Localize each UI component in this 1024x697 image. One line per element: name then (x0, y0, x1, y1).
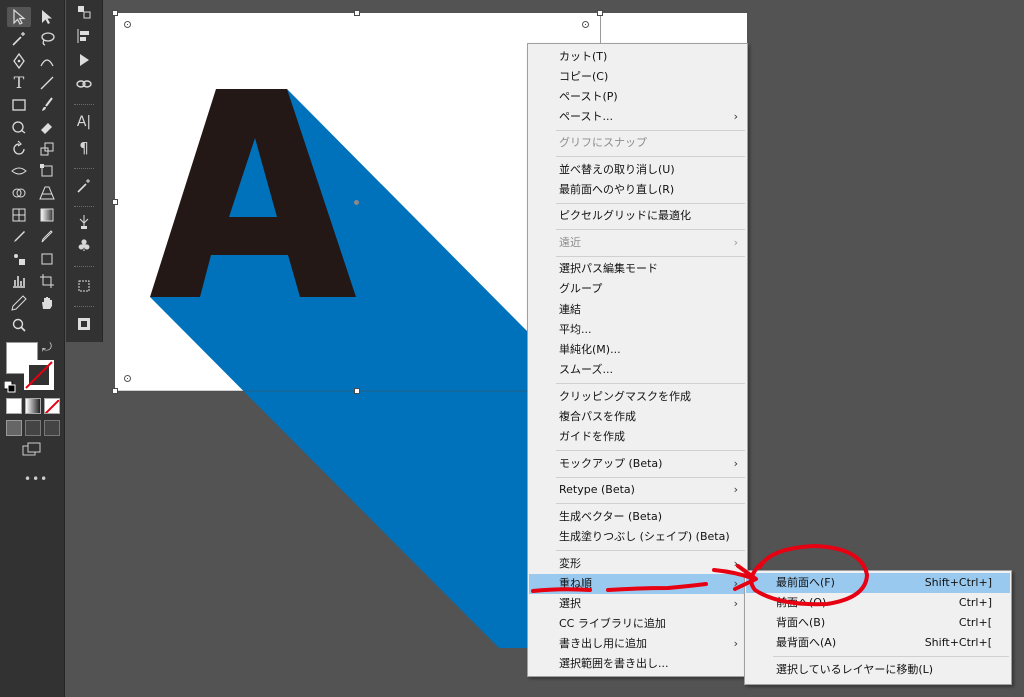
menu-item-add-to-export[interactable]: 書き出し用に追加 › (529, 634, 746, 654)
selection-handle[interactable] (354, 10, 360, 16)
chevron-right-icon: › (733, 236, 738, 249)
menu-item-smooth[interactable]: スムーズ... (529, 360, 746, 380)
menu-item-compound-path[interactable]: 複合パスを作成 (529, 407, 746, 427)
menu-item-transform[interactable]: 変形 › (529, 554, 746, 574)
arrange-submenu: 最前面へ(F) Shift+Ctrl+] 前面へ(O) Ctrl+] 背面へ(B) C… (744, 570, 1012, 685)
chevron-right-icon: › (733, 577, 738, 590)
corner-widget-icon[interactable] (582, 21, 589, 28)
menu-item-retype[interactable]: Retype (Beta) › (529, 480, 746, 500)
selection-handle[interactable] (112, 199, 118, 205)
chevron-right-icon: › (733, 110, 738, 123)
menu-item-pixel-grid[interactable]: ピクセルグリッドに最適化 (529, 206, 746, 226)
menu-item-isolate-path[interactable]: 選択パス編集モード (529, 259, 746, 279)
menu-item-average[interactable]: 平均... (529, 320, 746, 340)
menu-item-paste-special[interactable]: ペースト... › (529, 107, 746, 127)
menu-item-arrange[interactable]: 重ね順 › (529, 574, 746, 594)
menu-item-cut[interactable]: カット(T) (529, 47, 746, 67)
context-menu: カット(T) コピー(C) ペースト(P) ペースト... › グリフにスナップ … (527, 43, 748, 677)
selection-handle[interactable] (354, 388, 360, 394)
menu-item-undo-arrange[interactable]: 並べ替えの取り消し(U) (529, 160, 746, 180)
menu-item-snap-to-glyph: グリフにスナップ (559, 136, 647, 149)
chevron-right-icon: › (733, 457, 738, 470)
menu-item-export-selection[interactable]: 選択範囲を書き出し... (529, 654, 746, 674)
corner-widget-icon[interactable] (124, 375, 131, 382)
menu-item-mockup[interactable]: モックアップ (Beta) › (529, 454, 746, 474)
menu-item-perspective: 遠近 › (529, 233, 746, 253)
menu-item-select[interactable]: 選択 › (529, 594, 746, 614)
submenu-item-send-backward[interactable]: 背面へ(B) Ctrl+[ (746, 613, 1010, 633)
chevron-right-icon: › (733, 637, 738, 650)
corner-widget-icon[interactable] (124, 21, 131, 28)
menu-item-group[interactable]: グループ (529, 279, 746, 299)
chevron-right-icon: › (733, 597, 738, 610)
chevron-right-icon: › (733, 557, 738, 570)
menu-item-join[interactable]: 連結 (529, 300, 746, 320)
menu-item-make-guides[interactable]: ガイドを作成 (529, 427, 746, 447)
submenu-item-send-to-back[interactable]: 最背面へ(A) Shift+Ctrl+[ (746, 633, 1010, 653)
selection-handle[interactable] (112, 10, 118, 16)
menu-item-generative-vector[interactable]: 生成ベクター (Beta) (529, 507, 746, 527)
menu-item-add-cc-library[interactable]: CC ライブラリに追加 (529, 614, 746, 634)
submenu-item-bring-forward[interactable]: 前面へ(O) Ctrl+] (746, 593, 1010, 613)
submenu-item-bring-to-front[interactable]: 最前面へ(F) Shift+Ctrl+] (746, 573, 1010, 593)
menu-item-paste[interactable]: ペースト(P) (529, 87, 746, 107)
menu-item-generative-fill[interactable]: 生成塗りつぶし (シェイプ) (Beta) (529, 527, 746, 547)
chevron-right-icon: › (733, 483, 738, 496)
menu-item-simplify[interactable]: 単純化(M)... (529, 340, 746, 360)
menu-item-redo-bring-front[interactable]: 最前面へのやり直し(R) (529, 180, 746, 200)
center-point (354, 200, 359, 205)
menu-item-copy[interactable]: コピー(C) (529, 67, 746, 87)
submenu-item-move-to-layer[interactable]: 選択しているレイヤーに移動(L) (746, 660, 1010, 680)
selection-handle[interactable] (112, 388, 118, 394)
selection-handle[interactable] (597, 10, 603, 16)
menu-item-clipping-mask[interactable]: クリッピングマスクを作成 (529, 387, 746, 407)
